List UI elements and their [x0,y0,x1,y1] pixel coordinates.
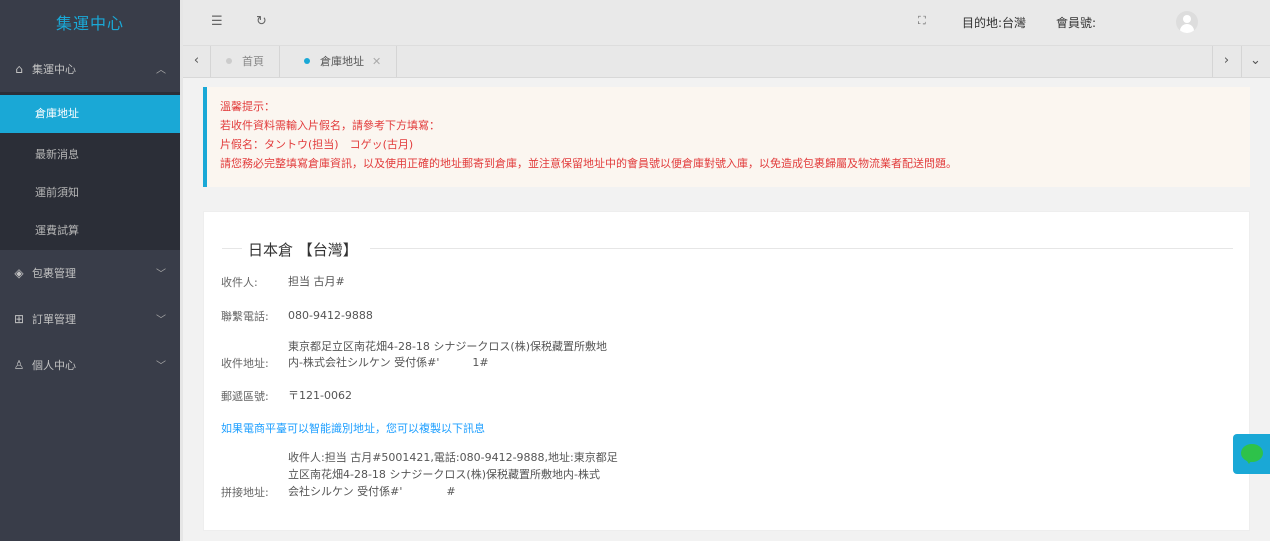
chevron-down-icon: ﹀ [156,315,166,326]
collapse-menu-icon[interactable]: ☰ [211,14,223,29]
postal-value: 〒121-0062 [288,389,352,402]
postal-label: 郵遞區號: [221,390,269,403]
avatar[interactable] [1176,11,1198,33]
nav-group-order-management[interactable]: ⊞ 訂單管理 ﹀ [0,296,180,342]
close-icon[interactable]: ✕ [372,55,381,68]
subnav: 倉庫地址 最新消息 運前須知 運費試算 [0,92,180,250]
tab-home[interactable]: 首頁 [211,46,280,77]
tabs-bar: ‹ 首頁 倉庫地址 ✕ › ⌄ [183,46,1270,78]
tab-dot [304,58,310,64]
recipient-value: 担当 古月# [288,275,345,288]
tabs-scroll-left-icon[interactable]: ‹ [183,46,211,77]
address-line-1: 東京都足立区南花畑4-28-18 シナジークロス(株)保税藏置所敷地 [288,340,608,353]
nav-group-label: 集運中心 [32,63,76,76]
refresh-icon[interactable]: ↻ [256,14,267,29]
notice-box: 溫馨提示： 若收件資料需輸入片假名，請參考下方填寫： 片假名：タントウ(担当) … [203,87,1250,187]
sidebar-item-latest-news[interactable]: 最新消息 [0,136,180,174]
chevron-down-icon: ﹀ [156,269,166,280]
phone-value: 080-9412-9888 [288,309,373,322]
sidebar-item-warehouse-address[interactable]: 倉庫地址 [0,92,180,136]
home-icon: ⌂ [15,62,23,76]
nav-group-personal-center[interactable]: ♙ 個人中心 ﹀ [0,342,180,388]
warehouse-title: 日本倉 【台灣】 [248,241,358,259]
apps-icon: ⊞ [13,312,25,326]
notice-line: 若收件資料需輸入片假名，請參考下方填寫： [220,119,440,132]
notice-line: 溫馨提示： [220,100,275,113]
logo: 集運中心 [55,14,124,33]
notice-line: 片假名：タントウ(担当) コゲッ(古月) [220,138,414,151]
nav-group-label: 訂單管理 [32,313,76,326]
chevron-up-icon: ︿ [156,65,166,76]
nav-group-shipping-center[interactable]: ⌂ 集運中心 ︿ [0,46,180,92]
address-line-2: 内-株式会社シルケン 受付係#' 1# [288,356,489,369]
line-chat-button[interactable] [1233,434,1270,474]
combined-line-1: 收件人:担当 古月#5001421,電話:080-9412-9888,地址:東京… [288,451,618,464]
layers-icon: ◈ [14,266,24,280]
fullscreen-icon[interactable]: ⛶ [918,14,926,28]
main-content: 溫馨提示： 若收件資料需輸入片假名，請參考下方填寫： 片假名：タントウ(担当) … [183,79,1270,541]
copy-hint-text: 如果電商平臺可以智能識別地址，您可以複製以下訊息 [221,422,485,435]
tab-warehouse-address[interactable]: 倉庫地址 ✕ [289,46,398,77]
combined-line-3: 会社シルケン 受付係#' # [288,485,456,498]
recipient-label: 收件人: [221,276,258,289]
tabs-dropdown-icon[interactable]: ⌄ [1241,46,1269,77]
tab-label: 首頁 [242,55,264,68]
member-number-label: 會員號: [1056,16,1097,30]
warehouse-card: 日本倉 【台灣】 收件人: 担当 古月# 聯繫電話: 080-9412-9888… [203,211,1250,531]
nav-group-package-management[interactable]: ◈ 包裹管理 ﹀ [0,250,180,296]
combined-line-2: 立区南花畑4-28-18 シナジークロス(株)保税藏置所敷地内-株式 [288,468,600,481]
notice-line: 請您務必完整填寫倉庫資訊，以及使用正確的地址郵寄到倉庫，並注意保留地址中的會員號… [220,157,957,170]
sidebar-item-freight-calculator[interactable]: 運費試算 [0,212,180,250]
nav-group-label: 包裹管理 [32,267,76,280]
chevron-down-icon: ﹀ [156,361,166,372]
tabs-scroll-right-icon[interactable]: › [1212,46,1240,77]
combined-label: 拼接地址: [221,486,269,499]
user-icon: ♙ [13,358,25,372]
sidebar-item-pre-shipping-notes[interactable]: 運前須知 [0,174,180,212]
sidebar: 集運中心 ⌂ 集運中心 ︿ 倉庫地址 最新消息 運前須知 運費試算 ◈ 包裹管理… [0,0,180,541]
top-header: ☰ ↻ ⛶ 目的地:台灣 會員號: [183,0,1270,46]
warehouse-title-row: 日本倉 【台灣】 [222,239,1233,259]
nav-group-label: 個人中心 [32,359,76,372]
tab-label: 倉庫地址 [320,55,364,68]
phone-label: 聯繫電話: [221,310,269,323]
destination-label: 目的地:台灣 [962,16,1027,30]
address-label: 收件地址: [221,357,269,370]
tab-dot [226,58,232,64]
